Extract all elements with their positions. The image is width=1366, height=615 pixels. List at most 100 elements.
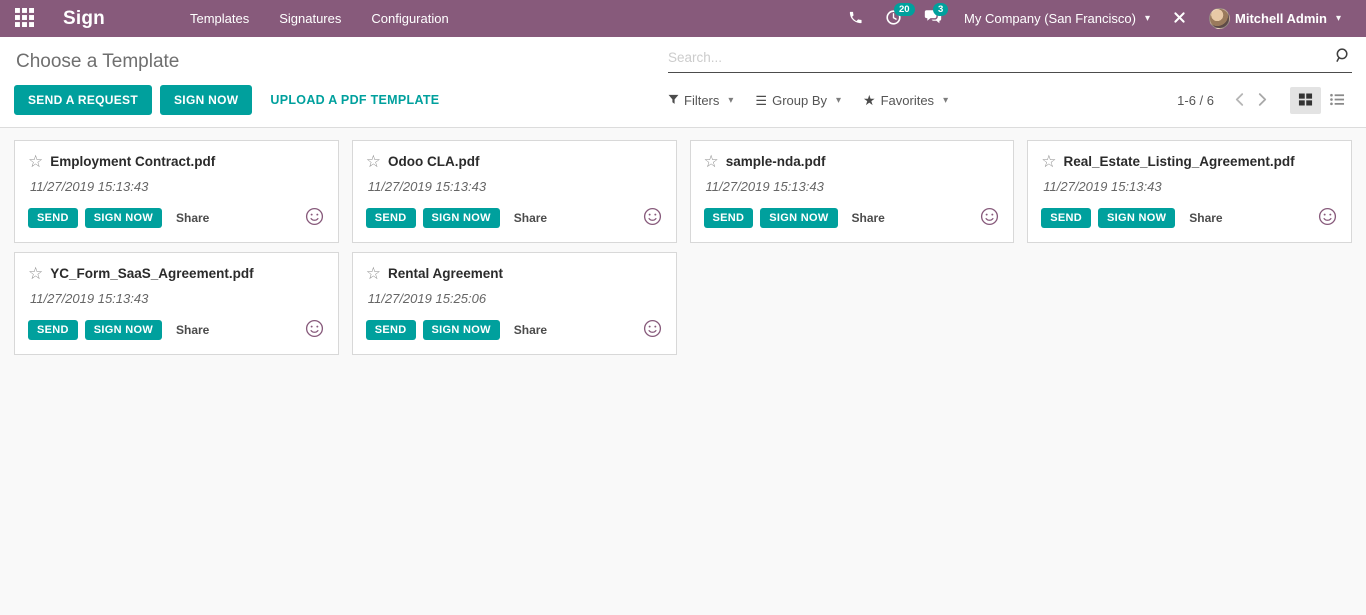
main-menu: Templates Signatures Configuration: [175, 0, 464, 37]
send-button[interactable]: SEND: [28, 320, 78, 340]
activity-button[interactable]: [305, 319, 324, 341]
template-name[interactable]: Employment Contract.pdf: [50, 154, 215, 169]
avatar: [1209, 8, 1230, 29]
menu-signatures[interactable]: Signatures: [264, 0, 356, 37]
pager-next-button[interactable]: [1251, 90, 1274, 112]
template-name[interactable]: Odoo CLA.pdf: [388, 154, 479, 169]
activity-button[interactable]: [643, 319, 662, 341]
chevron-down-icon: ▾: [1144, 13, 1150, 24]
favorite-star-icon[interactable]: ☆: [366, 153, 381, 170]
app-title[interactable]: Sign: [49, 8, 119, 30]
top-navbar: Sign Templates Signatures Configuration …: [0, 0, 1366, 37]
list-view-icon: [1329, 92, 1345, 110]
group-by-dropdown[interactable]: ☰ Group By ▾: [755, 93, 841, 109]
apps-grid-icon: [15, 7, 34, 30]
chevron-right-icon: [1258, 92, 1267, 109]
voip-phone-button[interactable]: [837, 0, 874, 37]
send-button[interactable]: SEND: [28, 208, 78, 228]
send-a-request-button[interactable]: SEND A REQUEST: [14, 85, 152, 115]
template-date: 11/27/2019 15:13:43: [705, 179, 824, 194]
share-link[interactable]: Share: [176, 211, 209, 225]
activity-button[interactable]: [643, 207, 662, 229]
filters-dropdown[interactable]: Filters ▾: [668, 93, 733, 108]
template-name[interactable]: Rental Agreement: [388, 266, 503, 281]
user-menu[interactable]: Mitchell Admin ▾: [1198, 0, 1352, 37]
share-link[interactable]: Share: [1189, 211, 1222, 225]
chevron-down-icon: ▾: [1335, 13, 1341, 24]
activity-button[interactable]: [305, 207, 324, 229]
kanban-view: ☆ Employment Contract.pdf 11/27/2019 15:…: [0, 128, 1366, 367]
phone-icon: [848, 10, 863, 28]
sign-now-button[interactable]: SIGN NOW: [760, 208, 838, 228]
list-view-button[interactable]: [1321, 87, 1352, 114]
company-switcher[interactable]: My Company (San Francisco) ▾: [953, 0, 1161, 37]
pager-previous-button[interactable]: [1228, 90, 1251, 112]
search-icon: [1333, 48, 1350, 67]
favorites-star-icon: ★: [863, 92, 876, 108]
favorite-star-icon[interactable]: ☆: [28, 153, 43, 170]
favorite-star-icon[interactable]: ☆: [28, 265, 43, 282]
search-submit-button[interactable]: [1331, 47, 1352, 67]
sign-now-button[interactable]: SIGN NOW: [160, 85, 253, 115]
search-input[interactable]: [668, 49, 1331, 65]
view-switcher: [1290, 87, 1352, 114]
company-name: My Company (San Francisco): [964, 11, 1136, 26]
template-date: 11/27/2019 15:13:43: [367, 179, 487, 194]
kanban-view-icon: [1298, 92, 1313, 110]
developer-tools-button[interactable]: [1161, 0, 1198, 37]
share-link[interactable]: Share: [514, 323, 547, 337]
send-button[interactable]: SEND: [703, 208, 754, 228]
favorites-dropdown[interactable]: ★ Favorites ▾: [863, 92, 948, 109]
send-button[interactable]: SEND: [1041, 208, 1092, 228]
activities-button[interactable]: 20: [874, 0, 915, 37]
page-title: Choose a Template: [16, 51, 180, 72]
share-link[interactable]: Share: [852, 211, 885, 225]
sign-now-button[interactable]: SIGN NOW: [422, 208, 500, 228]
group-by-icon: ☰: [755, 92, 768, 108]
template-card: ☆ Odoo CLA.pdf 11/27/2019 15:13:43 SEND …: [351, 140, 677, 243]
template-name[interactable]: sample-nda.pdf: [726, 154, 826, 169]
sign-now-button[interactable]: SIGN NOW: [84, 208, 162, 228]
user-name: Mitchell Admin: [1235, 11, 1327, 26]
favorite-star-icon[interactable]: ☆: [1041, 153, 1056, 170]
sign-now-button[interactable]: SIGN NOW: [84, 320, 162, 340]
kanban-grid: ☆ Employment Contract.pdf 11/27/2019 15:…: [14, 140, 1352, 355]
template-card: ☆ YC_Form_SaaS_Agreement.pdf 11/27/2019 …: [14, 252, 339, 355]
menu-configuration[interactable]: Configuration: [356, 0, 463, 37]
template-name[interactable]: YC_Form_SaaS_Agreement.pdf: [50, 266, 253, 281]
chevron-down-icon: ▾: [836, 95, 842, 106]
activity-button[interactable]: [980, 207, 999, 229]
sign-now-button[interactable]: SIGN NOW: [422, 320, 500, 340]
smiley-face-icon: [643, 319, 662, 341]
template-date: 11/27/2019 15:13:43: [1043, 179, 1162, 194]
template-card: ☆ Rental Agreement 11/27/2019 15:25:06 S…: [351, 252, 677, 355]
chevron-down-icon: ▾: [943, 95, 949, 106]
favorite-star-icon[interactable]: ☆: [704, 153, 719, 170]
template-date: 11/27/2019 15:13:43: [30, 179, 149, 194]
menu-templates[interactable]: Templates: [175, 0, 264, 37]
smiley-face-icon: [305, 319, 324, 341]
messages-button[interactable]: 3: [913, 0, 953, 37]
share-link[interactable]: Share: [176, 323, 209, 337]
template-name[interactable]: Real_Estate_Listing_Agreement.pdf: [1064, 154, 1295, 169]
smiley-face-icon: [1318, 207, 1337, 229]
apps-menu-button[interactable]: [0, 0, 49, 37]
smiley-face-icon: [305, 207, 324, 229]
share-link[interactable]: Share: [514, 211, 547, 225]
pager-value[interactable]: 1-6 / 6: [1177, 93, 1214, 108]
activity-button[interactable]: [1318, 207, 1337, 229]
kanban-view-button[interactable]: [1290, 87, 1321, 114]
chevron-left-icon: [1235, 92, 1244, 109]
favorite-star-icon[interactable]: ☆: [366, 265, 381, 282]
send-button[interactable]: SEND: [365, 320, 416, 340]
filter-funnel-icon: [668, 93, 679, 108]
sign-now-button[interactable]: SIGN NOW: [1098, 208, 1176, 228]
developer-tools-icon: [1172, 10, 1187, 28]
upload-pdf-template-button[interactable]: UPLOAD A PDF TEMPLATE: [260, 86, 449, 114]
template-card: ☆ sample-nda.pdf 11/27/2019 15:13:43 SEN…: [689, 140, 1015, 243]
smiley-face-icon: [643, 207, 662, 229]
send-button[interactable]: SEND: [365, 208, 416, 228]
template-date: 11/27/2019 15:13:43: [30, 291, 149, 306]
template-card: ☆ Employment Contract.pdf 11/27/2019 15:…: [14, 140, 339, 243]
smiley-face-icon: [980, 207, 999, 229]
